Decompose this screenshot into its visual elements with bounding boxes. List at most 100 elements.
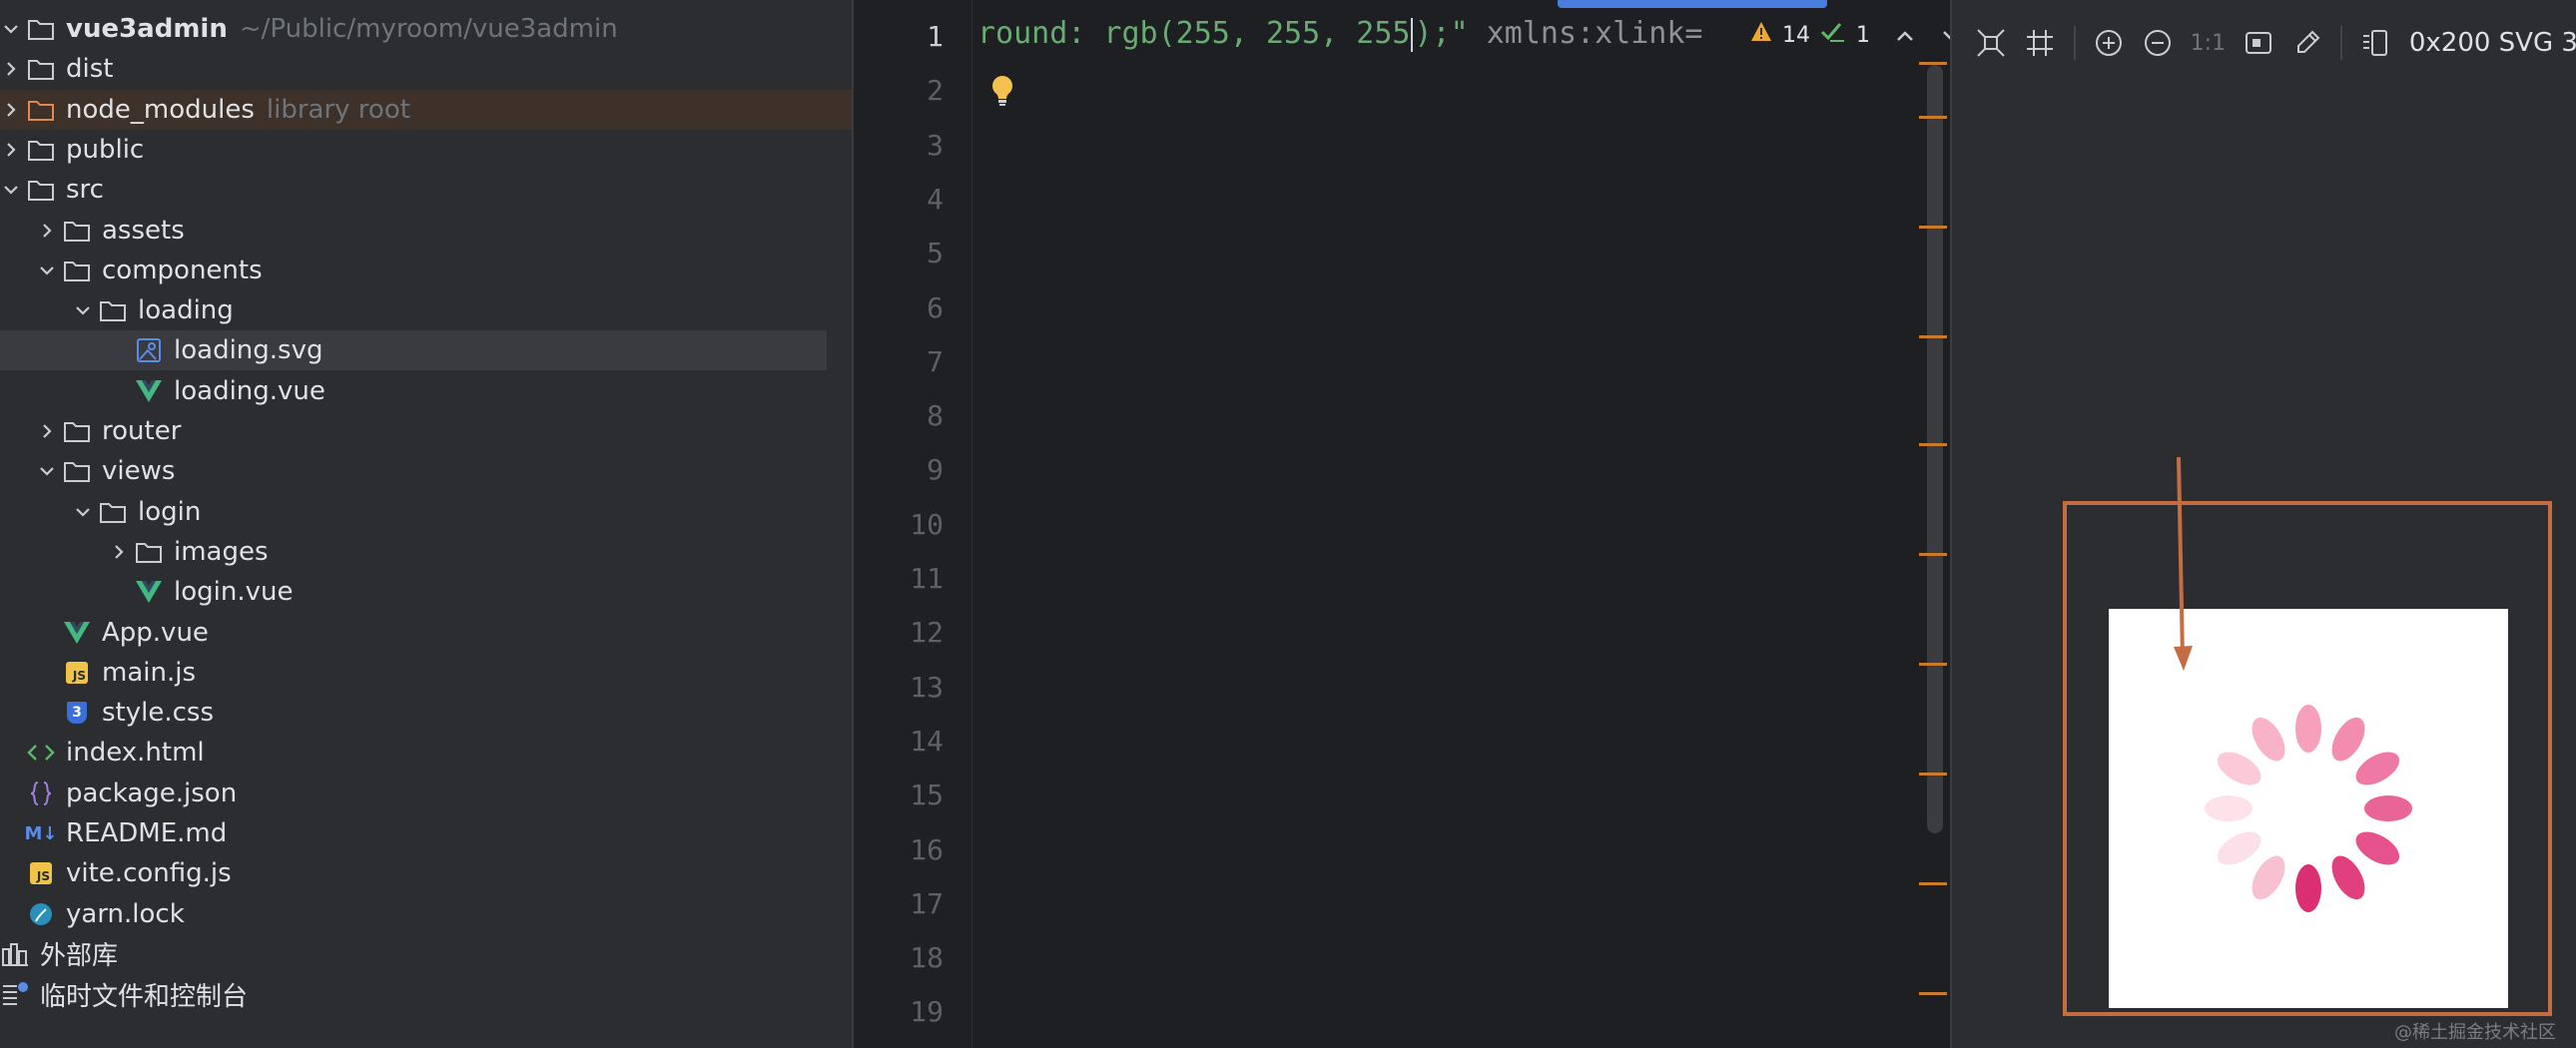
line-number: 6 — [927, 290, 944, 324]
tree-item-label: login.vue — [174, 577, 294, 608]
svg-preview-panel: 1:1 0x200 SVG 3 @稀土掘金技术社区 — [1950, 0, 2576, 1048]
warning-stripe-mark[interactable] — [1919, 62, 1947, 65]
lightbulb-icon[interactable] — [990, 74, 1014, 112]
vue-icon — [134, 378, 164, 404]
chevron-right-icon[interactable] — [2, 141, 20, 159]
tree-item-assets[interactable]: assets — [0, 211, 852, 251]
line-number: 11 — [910, 562, 944, 595]
warning-stripe-mark[interactable] — [1919, 116, 1947, 119]
tree-item-router[interactable]: router — [0, 411, 852, 451]
tree-item-src[interactable]: src — [0, 170, 852, 210]
line-number: 10 — [910, 507, 944, 541]
folder-icon — [62, 218, 92, 244]
chevron-right-icon[interactable] — [110, 543, 128, 561]
vue-icon — [62, 620, 92, 646]
tree-item-vue3admin[interactable]: vue3admin ~/Public/myroom/vue3admin — [0, 9, 852, 49]
warning-stripe-mark[interactable] — [1919, 335, 1947, 338]
line-number-gutter: 1 2 3 4 5 6 7 8 9 10 11 12 13 14 15 16 17 18 19 — [854, 0, 972, 1048]
html-icon — [26, 740, 56, 766]
tree-item-label: components — [102, 255, 263, 285]
tree-item-[interactable]: 临时文件和控制台 — [0, 974, 852, 1014]
warning-icon[interactable] — [1750, 21, 1772, 49]
tree-item-label: README.md — [66, 818, 228, 848]
tree-item-public[interactable]: public — [0, 130, 852, 170]
tree-item-readme-md[interactable]: M↓ README.md — [0, 813, 852, 853]
folder-icon — [98, 297, 128, 323]
chevron-down-icon[interactable] — [38, 462, 56, 480]
line-number: 12 — [910, 616, 944, 650]
line-number: 5 — [927, 237, 944, 270]
tree-item-app-vue[interactable]: App.vue — [0, 613, 852, 653]
tree-item-label: loading.vue — [174, 375, 325, 406]
line-number: 2 — [927, 74, 944, 108]
warning-stripe-mark[interactable] — [1919, 773, 1947, 776]
tree-item-node-modules[interactable]: node_modules library root — [0, 89, 852, 130]
tree-item-components[interactable]: components — [0, 251, 852, 290]
tree-item-label: vue3admin — [66, 14, 228, 44]
md-icon: M↓ — [24, 822, 58, 844]
chevron-down-icon[interactable] — [38, 262, 56, 279]
code-line-1[interactable]: round: rgb(255, 255, 255);" xmlns:xlink= — [977, 16, 1702, 52]
tree-item-login-vue[interactable]: login.vue — [0, 572, 852, 612]
chevron-down-icon[interactable] — [2, 20, 20, 38]
chevron-right-icon[interactable] — [38, 422, 56, 440]
tree-item-main-js[interactable]: JS main.js — [0, 653, 852, 693]
tree-item-dist[interactable]: dist — [0, 49, 852, 89]
tree-item-login[interactable]: login — [0, 492, 852, 532]
chevron-down-icon[interactable] — [74, 301, 92, 319]
line-number: 9 — [927, 453, 944, 487]
code-area[interactable]: round: rgb(255, 255, 255);" xmlns:xlink= — [973, 0, 1950, 1048]
tree-item-label: src — [66, 175, 104, 206]
code-editor: 1 2 3 4 5 6 7 8 9 10 11 12 13 14 15 16 17 18 19 round: rgb… — [854, 0, 1950, 1048]
chevron-right-icon[interactable] — [2, 101, 20, 119]
tree-item-label: index.html — [66, 738, 205, 769]
tree-item-hint: ~/Public/myroom/vue3admin — [239, 14, 618, 44]
warning-stripe-mark[interactable] — [1919, 992, 1947, 995]
js-icon: JS — [26, 860, 56, 886]
tree-item-loading-vue[interactable]: loading.vue — [0, 371, 852, 411]
line-number: 19 — [910, 995, 944, 1029]
tree-item-index-html[interactable]: index.html — [0, 733, 852, 773]
tree-item-loading-svg[interactable]: loading.svg — [0, 330, 827, 371]
tree-item-label: package.json — [66, 778, 238, 808]
annotation-arrow — [2174, 456, 2193, 671]
tree-item-views[interactable]: views — [0, 451, 852, 491]
code-text-after-caret: );" — [1414, 16, 1469, 51]
tree-item-label: router — [102, 416, 182, 446]
tree-item-vite-config-js[interactable]: JS vite.config.js — [0, 853, 852, 893]
chevron-down-icon[interactable] — [74, 503, 92, 521]
check-icon[interactable] — [1820, 21, 1846, 49]
warning-stripe-mark[interactable] — [1919, 553, 1947, 556]
css-icon: 3 — [62, 700, 92, 726]
chevron-up-icon[interactable] — [1896, 23, 1914, 48]
tree-item-yarn-lock[interactable]: yarn.lock — [0, 894, 852, 934]
tree-item-label: App.vue — [102, 617, 209, 648]
editor-scrollbar[interactable] — [1927, 65, 1943, 833]
tree-item-label: public — [66, 134, 145, 165]
tree-item-label: main.js — [102, 657, 196, 688]
line-number: 3 — [927, 128, 944, 162]
warning-stripe-mark[interactable] — [1919, 663, 1947, 666]
tree-item-images[interactable]: images — [0, 532, 852, 572]
tree-item-label: style.css — [102, 698, 214, 729]
tree-item-loading[interactable]: loading — [0, 290, 852, 330]
chevron-right-icon[interactable] — [38, 222, 56, 240]
tree-item-[interactable]: 外部库 — [0, 934, 852, 974]
tree-item-style-css[interactable]: 3 style.css — [0, 693, 852, 733]
warning-stripe-mark[interactable] — [1919, 443, 1947, 446]
inspection-widget[interactable]: 14 1 — [1742, 18, 1960, 52]
tree-item-label: yarn.lock — [66, 898, 185, 929]
chevron-right-icon[interactable] — [2, 60, 20, 78]
folder-icon — [134, 539, 164, 565]
warning-stripe-mark[interactable] — [1919, 882, 1947, 885]
tree-item-package-json[interactable]: package.json — [0, 774, 852, 813]
chevron-down-icon[interactable] — [2, 181, 20, 199]
folder-icon — [62, 418, 92, 444]
tree-item-label: dist — [66, 54, 114, 85]
line-number: 8 — [927, 399, 944, 433]
warning-stripe-mark[interactable] — [1919, 226, 1947, 229]
